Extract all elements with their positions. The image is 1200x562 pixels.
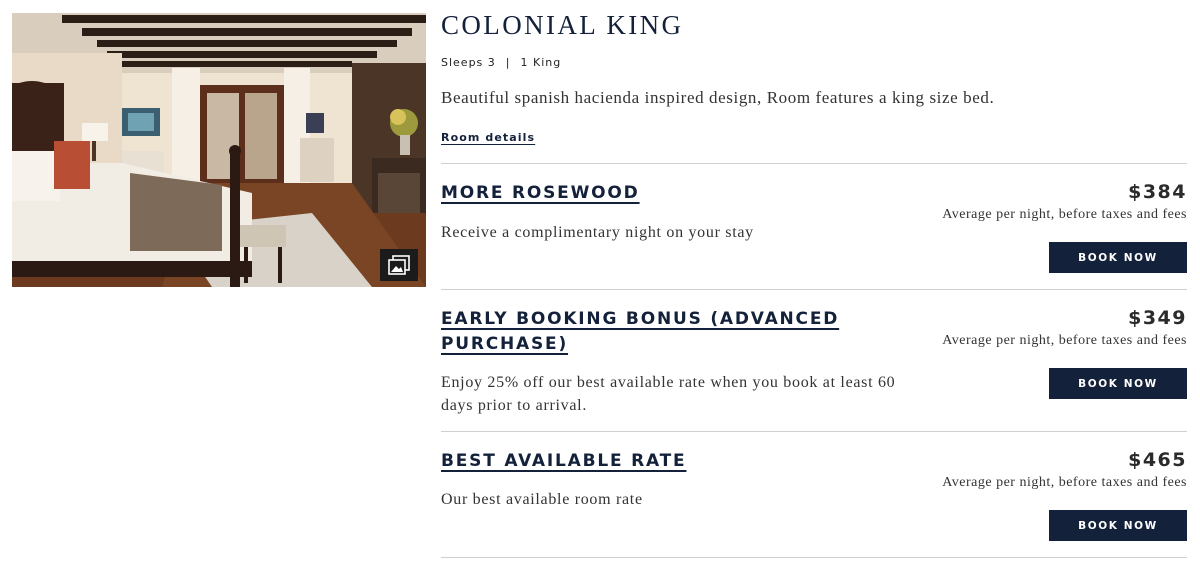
room-meta-separator: |: [505, 56, 511, 69]
rate-name[interactable]: BEST AVAILABLE RATE: [441, 449, 861, 474]
rate-description: Enjoy 25% off our best available rate wh…: [441, 374, 896, 414]
rate-name[interactable]: EARLY BOOKING BONUS (ADVANCED PURCHASE): [441, 307, 861, 357]
room-photo[interactable]: [12, 13, 426, 287]
divider: [441, 289, 1187, 290]
divider: [441, 431, 1187, 432]
book-now-button[interactable]: BOOK NOW: [1049, 368, 1187, 399]
book-now-button[interactable]: BOOK NOW: [1049, 510, 1187, 541]
rate-price-note: Average per night, before taxes and fees: [942, 207, 1187, 222]
rate-option-more-rosewood: MORE ROSEWOOD Receive a complimentary ni…: [441, 181, 1187, 273]
rate-price: $465: [1128, 449, 1187, 471]
room-details-link[interactable]: Room details: [441, 131, 535, 144]
room-beds: 1 King: [520, 56, 562, 69]
gallery-icon: [388, 255, 410, 275]
room-title: COLONIAL KING: [441, 10, 684, 40]
room-photo-illustration: [12, 13, 426, 287]
rate-description: Our best available room rate: [441, 491, 643, 508]
rate-price: $384: [1128, 181, 1187, 203]
rate-option-early-booking-bonus: EARLY BOOKING BONUS (ADVANCED PURCHASE) …: [441, 307, 1187, 419]
rate-description: Receive a complimentary night on your st…: [441, 224, 754, 241]
room-description: Beautiful spanish hacienda inspired desi…: [441, 88, 995, 107]
rate-price-note: Average per night, before taxes and fees: [942, 333, 1187, 348]
room-sleeps: Sleeps 3: [441, 56, 496, 69]
rate-price-note: Average per night, before taxes and fees: [942, 475, 1187, 490]
rate-option-best-available-rate: BEST AVAILABLE RATE Our best available r…: [441, 449, 1187, 541]
rate-price: $349: [1128, 307, 1187, 329]
divider: [441, 557, 1187, 558]
rate-name[interactable]: MORE ROSEWOOD: [441, 181, 861, 206]
divider: [441, 163, 1187, 164]
room-meta: Sleeps 3 | 1 King: [441, 56, 561, 69]
book-now-button[interactable]: BOOK NOW: [1049, 242, 1187, 273]
gallery-button[interactable]: [380, 249, 418, 281]
